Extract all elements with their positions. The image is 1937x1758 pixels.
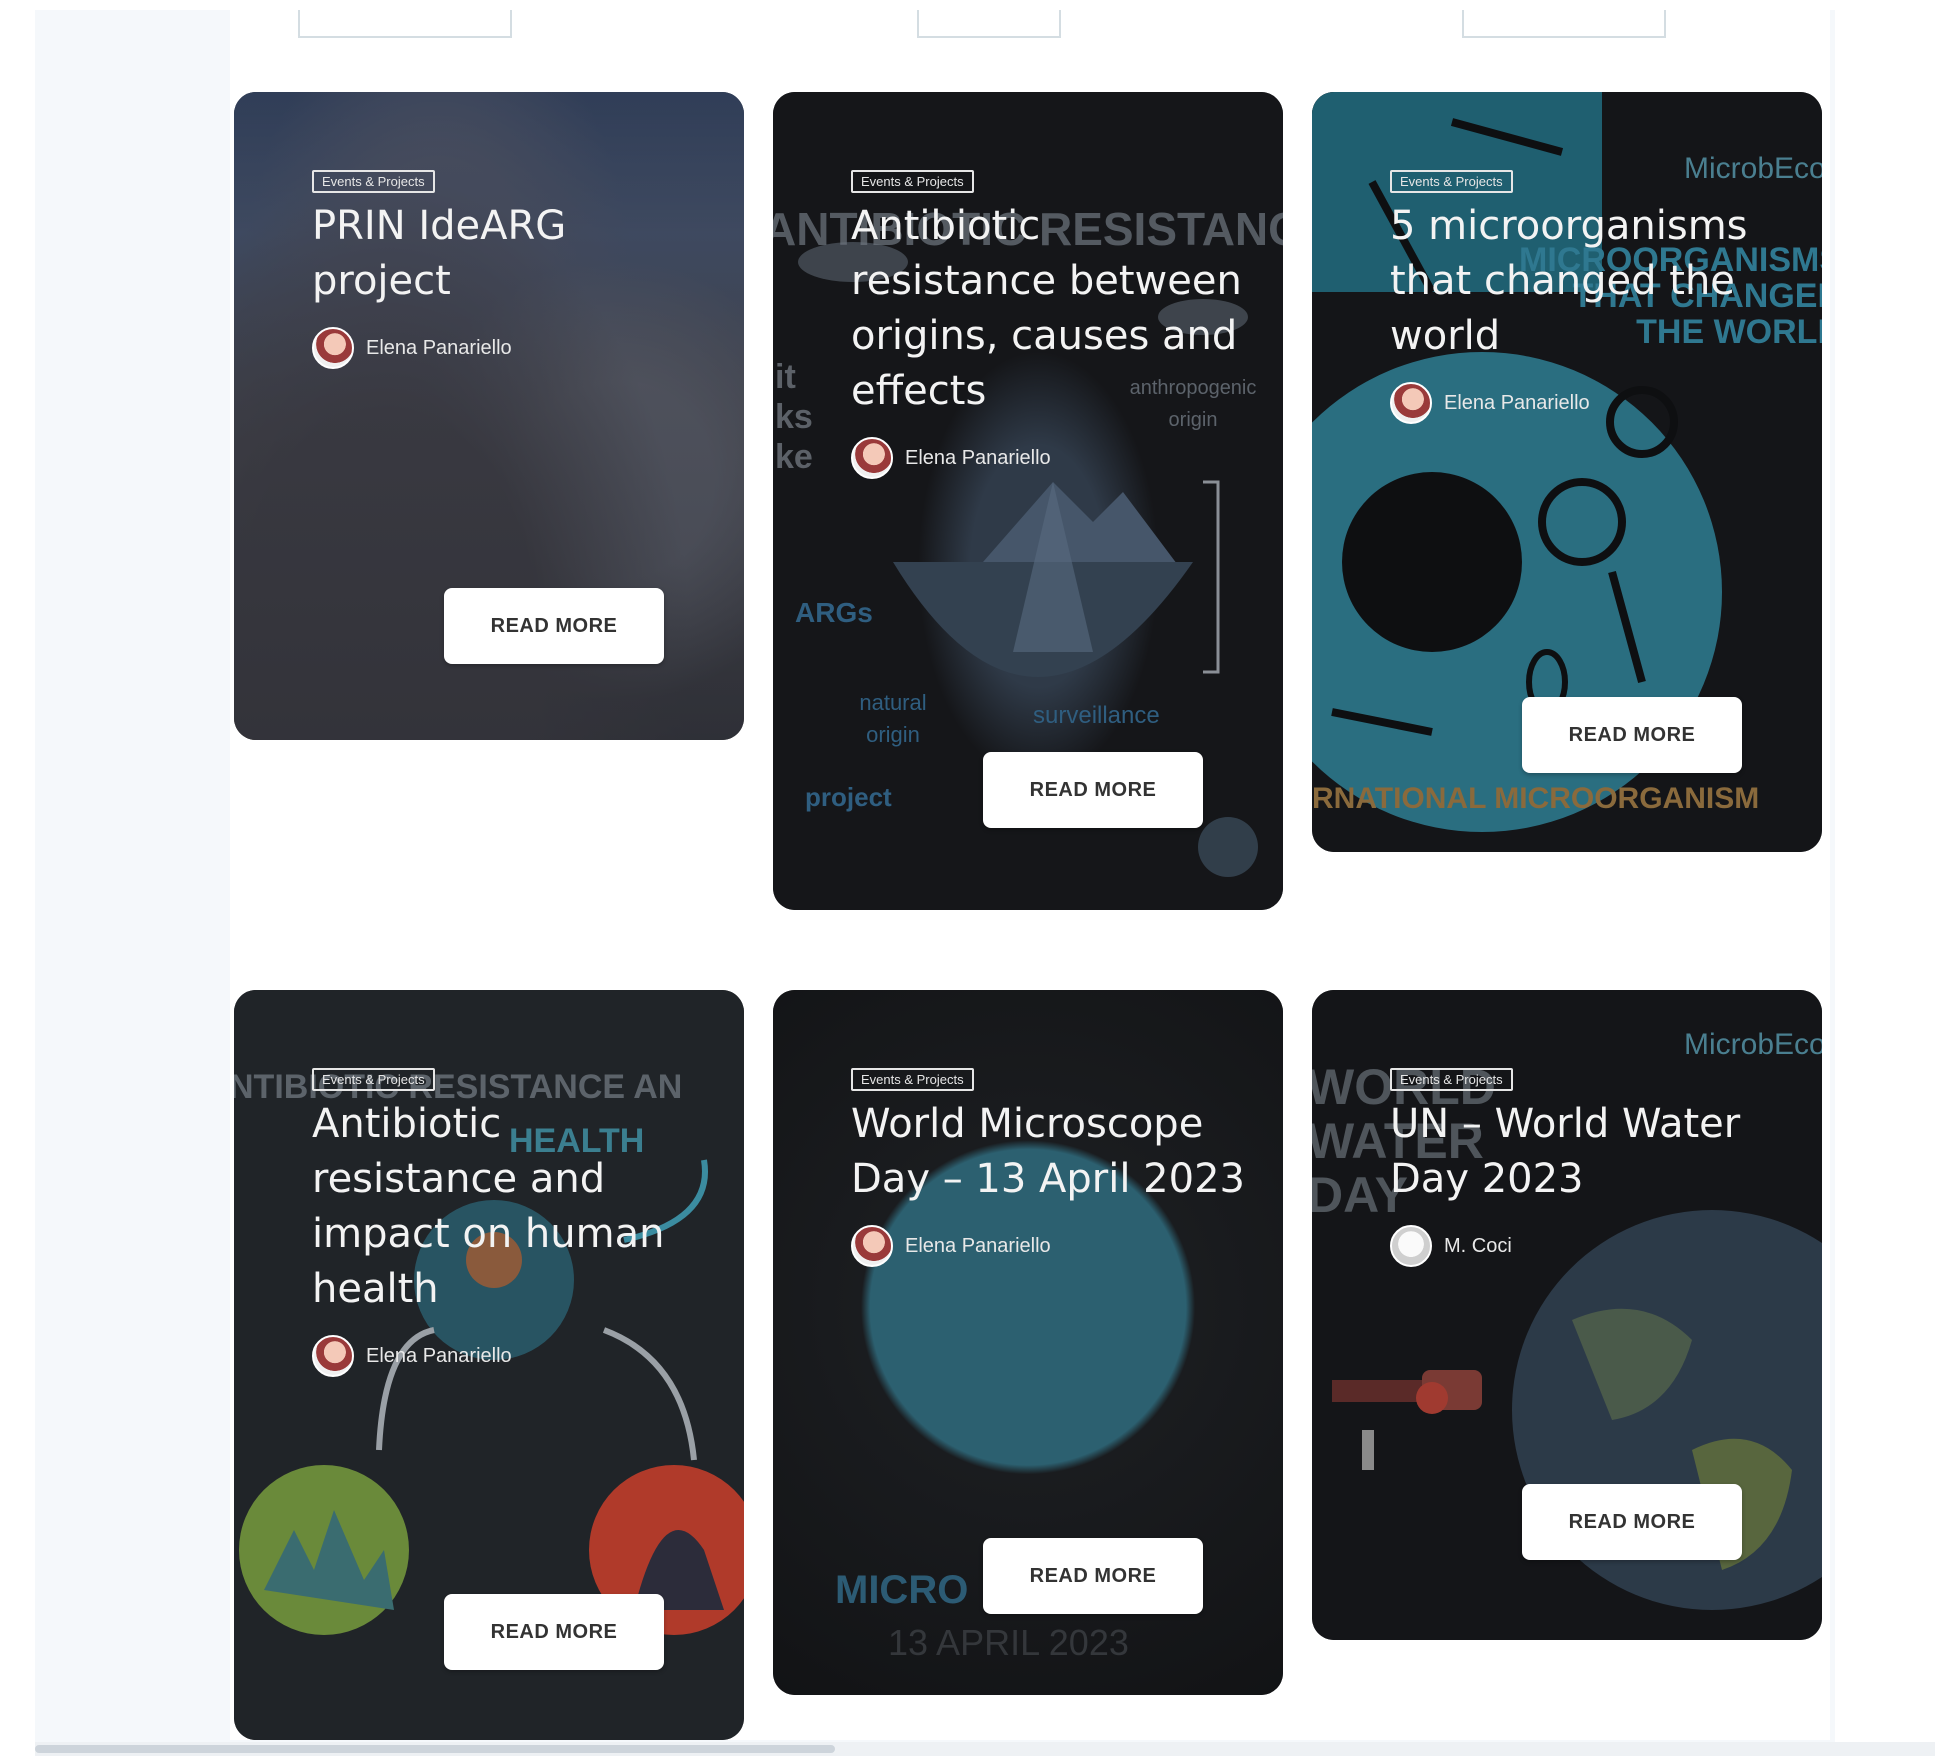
read-more-button[interactable]: READ MORE [983,1538,1203,1614]
read-more-button[interactable]: READ MORE [1522,1484,1742,1560]
author-row: Elena Panariello [312,1335,714,1377]
article-card[interactable]: Events & Projects PRIN IdeARG project El… [234,92,744,740]
card-title[interactable]: UN – World Water Day 2023 [1390,1097,1792,1207]
card-title[interactable]: Antibiotic resistance between origins, c… [851,199,1253,419]
author-name: M. Coci [1444,1234,1512,1257]
author-row: Elena Panariello [851,437,1253,479]
author-avatar [312,1335,354,1377]
author-avatar [851,1225,893,1267]
bg-text: natural origin [859,690,927,747]
read-more-button[interactable]: READ MORE [983,752,1203,828]
author-name: Elena Panariello [905,1234,1051,1257]
bg-text: ARGs [795,597,873,628]
brand-logo-text: MicrobEco [1684,1028,1822,1061]
card-title[interactable]: PRIN IdeARG project [312,199,714,309]
article-card[interactable]: MICRO 13 APRIL 2023 Events & Projects Wo… [773,990,1283,1695]
category-tag[interactable]: Events & Projects [851,1068,974,1091]
bg-text: project [805,782,892,812]
author-row: M. Coci [1390,1225,1792,1267]
author-avatar [312,327,354,369]
card-title[interactable]: Antibiotic resistance and impact on huma… [312,1097,714,1317]
author-row: Elena Panariello [312,327,714,369]
card-title[interactable]: World Microscope Day – 13 April 2023 [851,1097,1253,1207]
author-avatar [1390,1225,1432,1267]
article-card[interactable]: MicrobEco MICROORGANISMS THAT CHANGED TH… [1312,92,1822,852]
bg-text: 13 APRIL 2023 [888,1622,1129,1663]
author-name: Elena Panariello [366,336,512,359]
category-tag[interactable]: Events & Projects [851,170,974,193]
author-avatar [851,437,893,479]
article-card[interactable]: ANTIBIOTIC RESISTANCE it ks ke anthropog… [773,92,1283,910]
top-card-tag-fragment [298,10,512,38]
category-tag[interactable]: Events & Projects [312,170,435,193]
author-name: Elena Panariello [366,1344,512,1367]
read-more-button[interactable]: READ MORE [1522,697,1742,773]
top-card-tag-fragment [917,10,1061,38]
author-name: Elena Panariello [1444,391,1590,414]
category-tag[interactable]: Events & Projects [312,1068,435,1091]
horizontal-scrollbar[interactable] [35,1742,1935,1756]
author-row: Elena Panariello [851,1225,1253,1267]
bg-text: RNATIONAL MICROORGANISM [1312,782,1760,815]
read-more-button[interactable]: READ MORE [444,1594,664,1670]
category-tag[interactable]: Events & Projects [1390,1068,1513,1091]
top-card-tag-fragment [1462,10,1666,38]
card-title[interactable]: 5 microorganisms that changed the world [1390,199,1792,364]
article-card[interactable]: MicrobEco WORLD WATER DAY Events & Proje… [1312,990,1822,1640]
scrollbar-thumb[interactable] [35,1745,835,1753]
author-name: Elena Panariello [905,446,1051,469]
bg-text: it ks ke [775,358,813,476]
category-tag[interactable]: Events & Projects [1390,170,1513,193]
bg-text: surveillance [1033,702,1160,729]
read-more-button[interactable]: READ MORE [444,588,664,664]
article-card[interactable]: NTIBIOTIC RESISTANCE AN HEALTH Events & … [234,990,744,1740]
author-row: Elena Panariello [1390,382,1792,424]
bg-text: MICRO [835,1568,969,1612]
author-avatar [1390,382,1432,424]
